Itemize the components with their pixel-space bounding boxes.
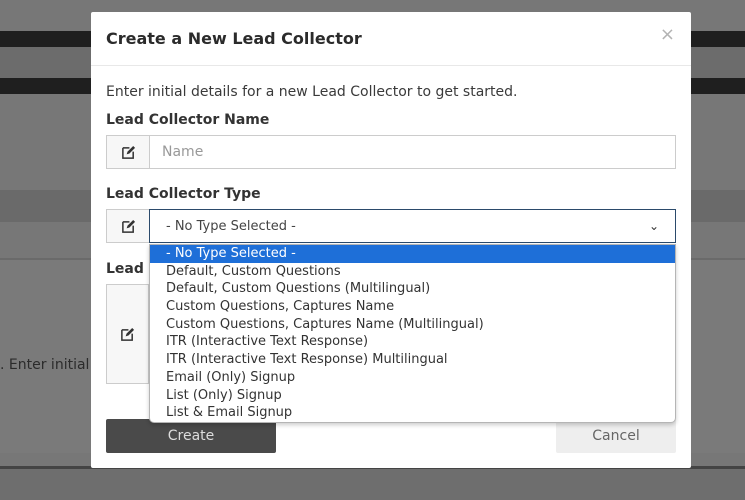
intro-text: Enter initial details for a new Lead Col… <box>106 84 518 100</box>
edit-icon <box>106 209 149 243</box>
name-field-label: Lead Collector Name <box>106 112 270 128</box>
type-option[interactable]: ITR (Interactive Text Response) Multilin… <box>150 351 675 369</box>
type-option[interactable]: List (Only) Signup <box>150 387 675 405</box>
type-option[interactable]: - No Type Selected - <box>150 245 675 263</box>
type-option[interactable]: Default, Custom Questions <box>150 263 675 281</box>
edit-icon <box>106 284 149 384</box>
type-option[interactable]: Default, Custom Questions (Multilingual) <box>150 280 675 298</box>
cancel-button[interactable]: Cancel <box>556 419 676 453</box>
type-select-value: - No Type Selected - <box>166 218 296 234</box>
close-button[interactable]: × <box>660 24 675 45</box>
type-dropdown-list: - No Type Selected - Default, Custom Que… <box>149 244 676 423</box>
type-option[interactable]: Custom Questions, Captures Name <box>150 298 675 316</box>
name-input[interactable] <box>149 135 676 169</box>
edit-icon <box>106 135 149 169</box>
background-partial-text: . Enter initial d <box>0 357 103 373</box>
chevron-down-icon: ⌄ <box>648 219 659 233</box>
modal-header: Create a New Lead Collector × <box>91 12 691 66</box>
name-input-group <box>106 135 676 169</box>
type-option[interactable]: ITR (Interactive Text Response) <box>150 333 675 351</box>
type-field-label: Lead Collector Type <box>106 186 261 202</box>
background-footer <box>0 466 745 500</box>
type-input-group: - No Type Selected - ⌄ <box>106 209 676 243</box>
type-option[interactable]: Email (Only) Signup <box>150 369 675 387</box>
type-option[interactable]: List & Email Signup <box>150 404 675 422</box>
modal-body: Enter initial details for a new Lead Col… <box>91 66 691 243</box>
type-select[interactable]: - No Type Selected - ⌄ <box>149 209 676 243</box>
modal-title: Create a New Lead Collector <box>106 29 362 48</box>
create-button[interactable]: Create <box>106 419 276 453</box>
type-option[interactable]: Custom Questions, Captures Name (Multili… <box>150 316 675 334</box>
